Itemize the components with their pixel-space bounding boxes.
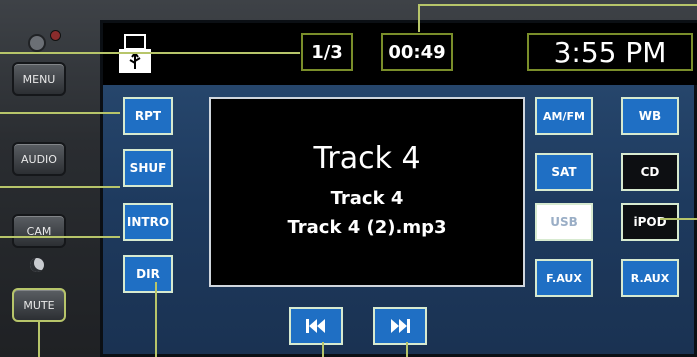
callout-line bbox=[0, 236, 120, 238]
callout-line bbox=[418, 4, 420, 32]
skip-next-icon bbox=[391, 319, 410, 333]
power-knob[interactable] bbox=[28, 34, 46, 52]
source-ipod-button[interactable]: iPOD bbox=[621, 203, 679, 241]
menu-button[interactable]: MENU bbox=[12, 62, 66, 96]
now-playing-panel: Track 4 Track 4 Track 4 (2).mp3 bbox=[209, 97, 525, 287]
callout-line bbox=[0, 52, 300, 54]
source-wb-button[interactable]: WB bbox=[621, 97, 679, 135]
callout-line bbox=[660, 218, 697, 220]
status-bar: 1/3 00:49 3:55 PM bbox=[103, 23, 697, 85]
night-mode-icon bbox=[30, 258, 44, 272]
callout-line bbox=[322, 342, 324, 357]
usb-device-icon bbox=[119, 34, 151, 73]
cam-button[interactable]: CAM bbox=[12, 214, 66, 248]
track-subtitle: Track 4 bbox=[330, 188, 404, 209]
directory-button[interactable]: DIR bbox=[123, 255, 173, 293]
mute-button[interactable]: MUTE bbox=[12, 288, 66, 322]
source-usb-button[interactable]: USB bbox=[535, 203, 593, 241]
repeat-button[interactable]: RPT bbox=[123, 97, 173, 135]
display-screen: 1/3 00:49 3:55 PM RPT SHUF INTRO DIR Tra… bbox=[100, 20, 697, 357]
source-front-aux-button[interactable]: F.AUX bbox=[535, 259, 593, 297]
shuffle-button[interactable]: SHUF bbox=[123, 149, 173, 187]
callout-line bbox=[418, 4, 697, 6]
next-track-button[interactable] bbox=[373, 307, 427, 345]
skip-previous-icon bbox=[306, 319, 325, 333]
callout-line bbox=[406, 342, 408, 357]
source-am-fm-button[interactable]: AM/FM bbox=[535, 97, 593, 135]
elapsed-time: 00:49 bbox=[381, 33, 453, 71]
source-cd-button[interactable]: CD bbox=[621, 153, 679, 191]
track-count: 1/3 bbox=[301, 33, 353, 71]
intro-button[interactable]: INTRO bbox=[123, 203, 173, 241]
callout-line bbox=[155, 282, 157, 357]
source-sat-button[interactable]: SAT bbox=[535, 153, 593, 191]
track-filename: Track 4 (2).mp3 bbox=[287, 217, 447, 238]
clock: 3:55 PM bbox=[527, 33, 693, 71]
callout-line bbox=[0, 186, 120, 188]
source-rear-aux-button[interactable]: R.AUX bbox=[621, 259, 679, 297]
callout-line bbox=[38, 322, 40, 357]
callout-line bbox=[0, 112, 120, 114]
track-title: Track 4 bbox=[313, 141, 421, 176]
audio-button[interactable]: AUDIO bbox=[12, 142, 66, 176]
previous-track-button[interactable] bbox=[289, 307, 343, 345]
indicator-light bbox=[50, 30, 61, 41]
